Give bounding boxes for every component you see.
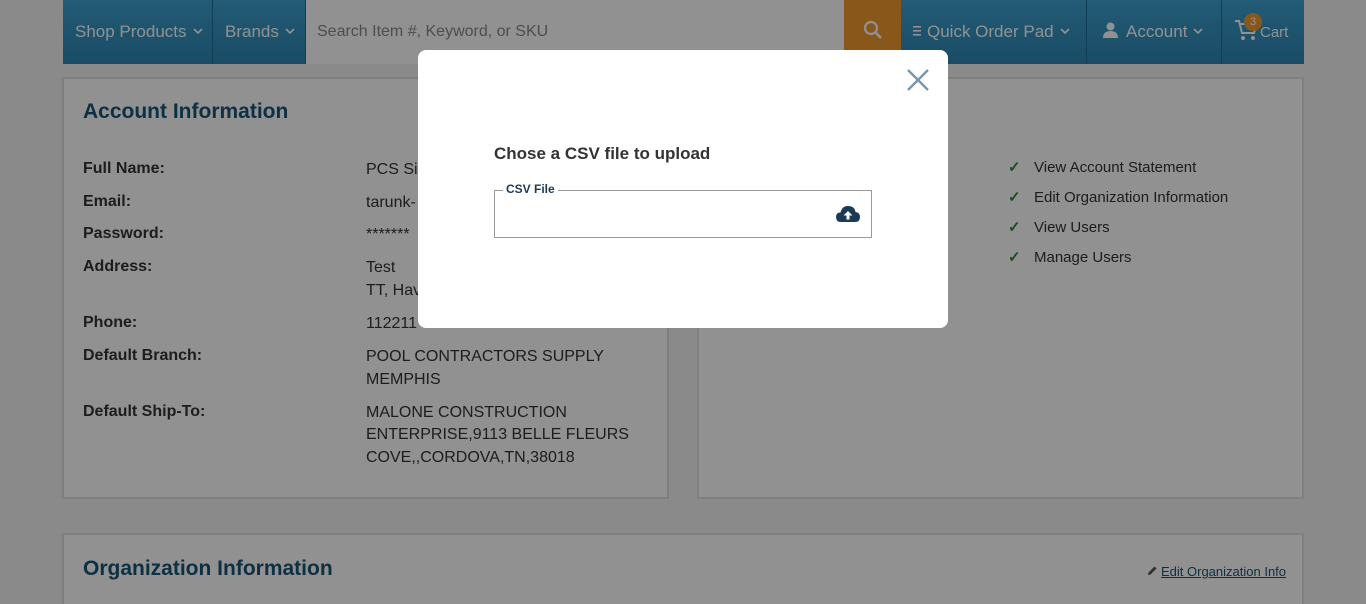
cloud-upload-icon[interactable] xyxy=(835,204,861,229)
close-icon xyxy=(904,69,932,98)
csv-file-label: CSV File xyxy=(503,182,558,196)
csv-file-field[interactable]: CSV File xyxy=(494,182,872,238)
close-button[interactable] xyxy=(904,66,932,94)
upload-csv-modal: Chose a CSV file to upload CSV File xyxy=(418,50,948,328)
modal-title: Chose a CSV file to upload xyxy=(494,144,711,163)
